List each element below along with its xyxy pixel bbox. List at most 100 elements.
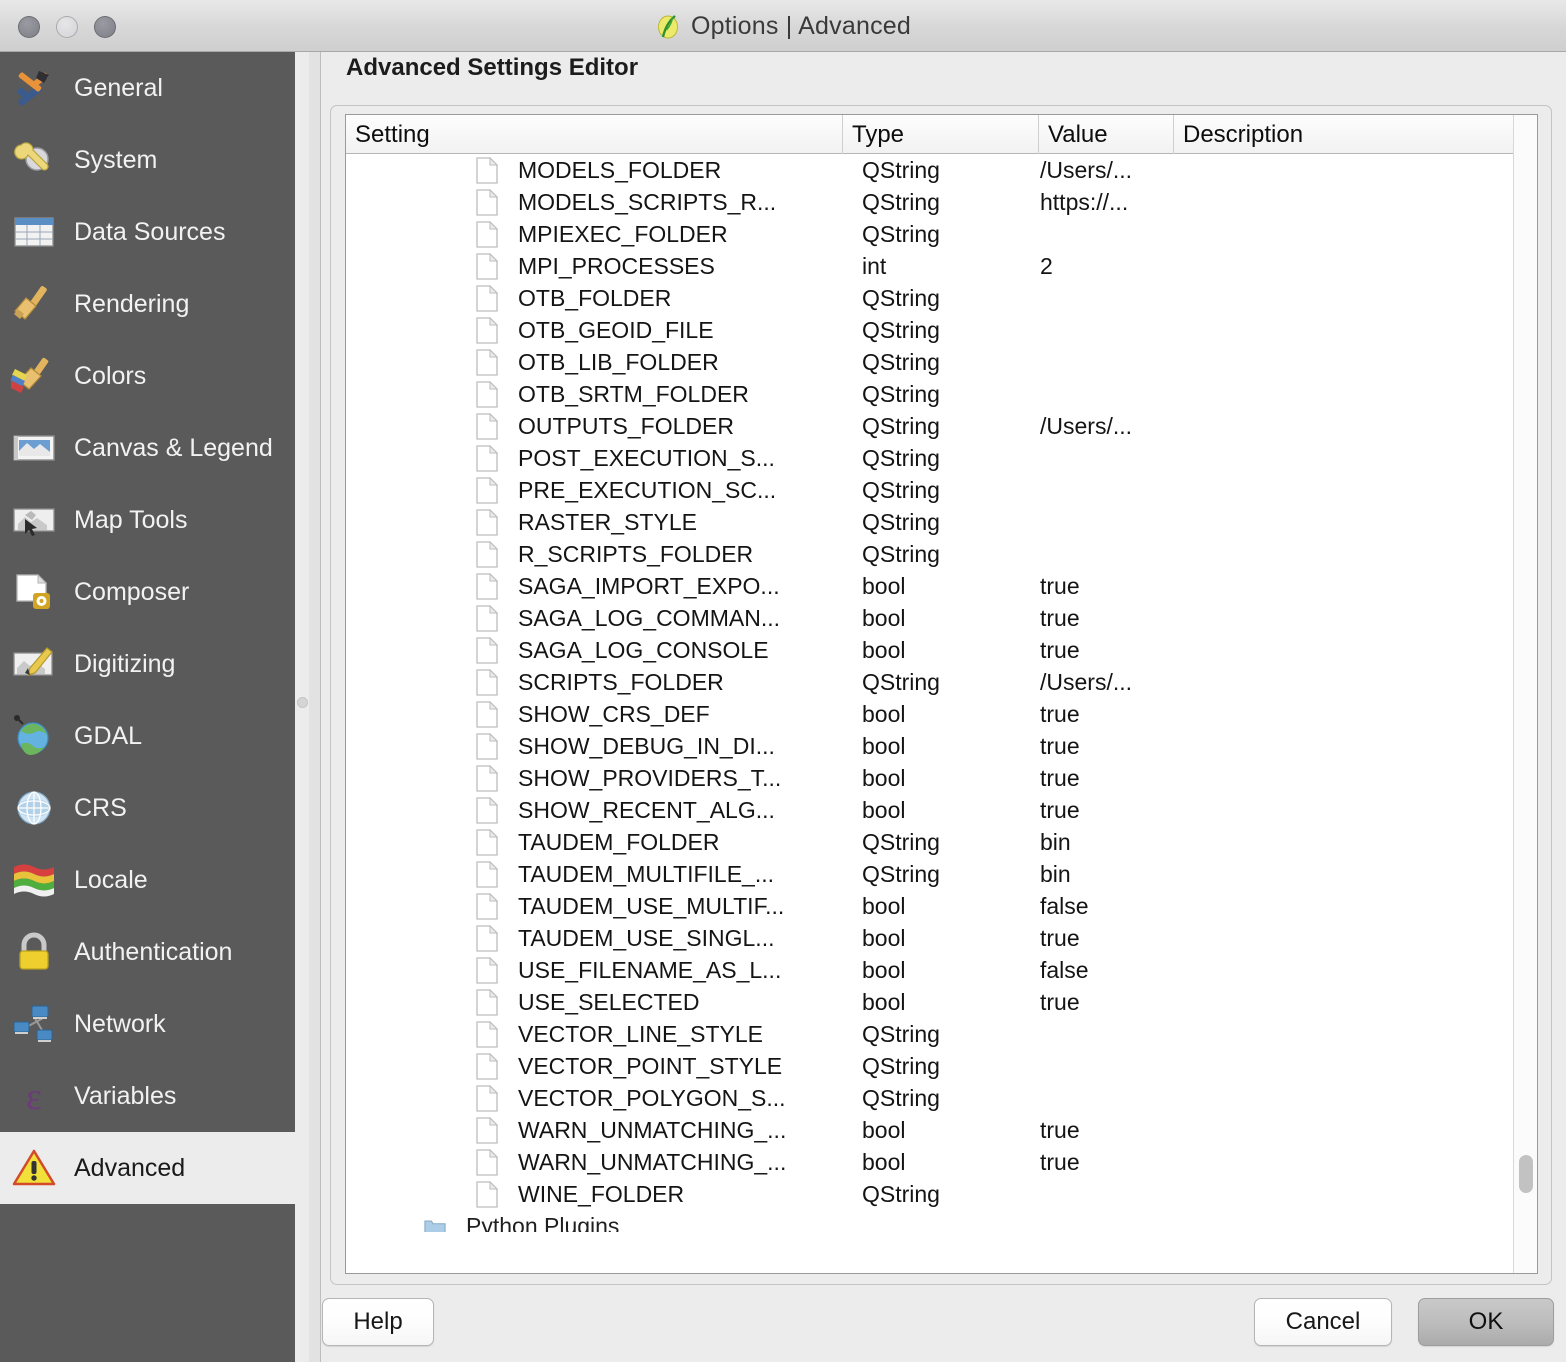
cell-value[interactable] — [1040, 346, 1170, 378]
table-row-partial[interactable]: Python Plugins — [346, 1210, 1537, 1232]
table-row[interactable]: SHOW_DEBUG_IN_DI... bool true — [346, 730, 1537, 762]
sidebar-item-gdal[interactable]: GDAL — [0, 700, 295, 772]
sidebar-item-colors[interactable]: Colors — [0, 340, 295, 412]
cell-value[interactable]: bin — [1040, 826, 1170, 858]
cell-type: QString — [862, 220, 940, 247]
options-sidebar[interactable]: General System Data Sources Rendering Co… — [0, 52, 295, 1362]
cell-value[interactable]: true — [1040, 634, 1170, 666]
cell-value[interactable]: true — [1040, 794, 1170, 826]
cell-value[interactable]: /Users/... — [1040, 410, 1170, 442]
table-row[interactable]: SAGA_LOG_CONSOLE bool true — [346, 634, 1537, 666]
cell-value[interactable]: true — [1040, 570, 1170, 602]
cell-value[interactable] — [1040, 442, 1170, 474]
cell-value[interactable]: false — [1040, 890, 1170, 922]
table-row[interactable]: VECTOR_POINT_STYLE QString — [346, 1050, 1537, 1082]
table-row[interactable]: MODELS_SCRIPTS_R... QString https://... — [346, 186, 1537, 218]
table-row[interactable]: VECTOR_LINE_STYLE QString — [346, 1018, 1537, 1050]
sidebar-item-crs[interactable]: CRS — [0, 772, 295, 844]
sidebar-item-canvas-legend[interactable]: Canvas & Legend — [0, 412, 295, 484]
table-row[interactable]: TAUDEM_USE_MULTIF... bool false — [346, 890, 1537, 922]
column-header-description[interactable]: Description — [1173, 115, 1513, 154]
table-row[interactable]: SHOW_CRS_DEF bool true — [346, 698, 1537, 730]
cell-value[interactable]: true — [1040, 922, 1170, 954]
table-row[interactable]: SAGA_LOG_COMMAN... bool true — [346, 602, 1537, 634]
table-row[interactable]: OTB_SRTM_FOLDER QString — [346, 378, 1537, 410]
sidebar-item-locale[interactable]: Locale — [0, 844, 295, 916]
cancel-button[interactable]: Cancel — [1254, 1298, 1392, 1346]
cell-value[interactable] — [1040, 474, 1170, 506]
cell-value[interactable]: false — [1040, 954, 1170, 986]
tree-vertical-scrollbar[interactable] — [1513, 115, 1537, 1273]
table-row[interactable]: TAUDEM_MULTIFILE_... QString bin — [346, 858, 1537, 890]
cell-value[interactable]: true — [1040, 1114, 1170, 1146]
table-row[interactable]: OTB_LIB_FOLDER QString — [346, 346, 1537, 378]
cell-value[interactable]: true — [1040, 730, 1170, 762]
table-row[interactable]: WARN_UNMATCHING_... bool true — [346, 1114, 1537, 1146]
sidebar-item-rendering[interactable]: Rendering — [0, 268, 295, 340]
table-row[interactable]: MPIEXEC_FOLDER QString — [346, 218, 1537, 250]
cell-value[interactable] — [1040, 506, 1170, 538]
sidebar-item-system[interactable]: System — [0, 124, 295, 196]
cell-value[interactable] — [1040, 1050, 1170, 1082]
table-row[interactable]: WARN_UNMATCHING_... bool true — [346, 1146, 1537, 1178]
cell-setting: OTB_FOLDER — [518, 284, 672, 311]
cell-value[interactable] — [1040, 1082, 1170, 1114]
table-row[interactable]: MODELS_FOLDER QString/Users/... — [346, 154, 1537, 186]
column-header-setting[interactable]: Setting — [346, 115, 520, 154]
cell-value[interactable]: /Users/... — [1040, 666, 1170, 698]
table-row[interactable]: USE_FILENAME_AS_L... bool false — [346, 954, 1537, 986]
table-row[interactable]: OUTPUTS_FOLDER QString/Users/... — [346, 410, 1537, 442]
table-row[interactable]: USE_SELECTED bool true — [346, 986, 1537, 1018]
ok-button[interactable]: OK — [1418, 1298, 1554, 1346]
table-row[interactable]: MPI_PROCESSES int 2 — [346, 250, 1537, 282]
scrollbar-thumb[interactable] — [1519, 1155, 1533, 1193]
help-button[interactable]: Help — [322, 1298, 434, 1346]
cell-value[interactable] — [1040, 538, 1170, 570]
cell-value[interactable]: /Users/... — [1040, 154, 1170, 186]
sidebar-item-map-tools[interactable]: Map Tools — [0, 484, 295, 556]
cell-value[interactable]: true — [1040, 698, 1170, 730]
table-row[interactable]: POST_EXECUTION_S... QString — [346, 442, 1537, 474]
table-row[interactable]: SCRIPTS_FOLDER QString/Users/... — [346, 666, 1537, 698]
sidebar-item-variables[interactable]: ε Variables — [0, 1060, 295, 1132]
sidebar-item-composer[interactable]: Composer — [0, 556, 295, 628]
cell-value[interactable] — [1040, 218, 1170, 250]
sidebar-splitter[interactable] — [295, 52, 309, 1362]
sidebar-item-network[interactable]: Network — [0, 988, 295, 1060]
splitter-grip[interactable] — [297, 697, 308, 708]
table-row[interactable]: R_SCRIPTS_FOLDER QString — [346, 538, 1537, 570]
cell-value[interactable]: true — [1040, 762, 1170, 794]
table-row[interactable]: OTB_GEOID_FILE QString — [346, 314, 1537, 346]
table-row[interactable]: SHOW_PROVIDERS_T... bool true — [346, 762, 1537, 794]
table-row[interactable]: WINE_FOLDER QString — [346, 1178, 1537, 1210]
table-row[interactable]: VECTOR_POLYGON_S... QString — [346, 1082, 1537, 1114]
cell-value[interactable]: true — [1040, 1146, 1170, 1178]
sidebar-item-digitizing[interactable]: Digitizing — [0, 628, 295, 700]
sidebar-item-data-sources[interactable]: Data Sources — [0, 196, 295, 268]
tree-rows[interactable]: MODELS_FOLDER QString/Users/... MODELS_SCR… — [346, 154, 1537, 1237]
table-row[interactable]: OTB_FOLDER QString — [346, 282, 1537, 314]
cell-value[interactable] — [1040, 1018, 1170, 1050]
cell-value[interactable] — [1040, 378, 1170, 410]
cell-value[interactable] — [1040, 314, 1170, 346]
table-row[interactable]: TAUDEM_USE_SINGL... bool true — [346, 922, 1537, 954]
table-row[interactable]: SAGA_IMPORT_EXPO... bool true — [346, 570, 1537, 602]
table-row[interactable]: TAUDEM_FOLDER QString bin — [346, 826, 1537, 858]
cell-value[interactable]: true — [1040, 602, 1170, 634]
cell-value[interactable]: true — [1040, 986, 1170, 1018]
cell-value[interactable]: bin — [1040, 858, 1170, 890]
table-row[interactable]: SHOW_RECENT_ALG... bool true — [346, 794, 1537, 826]
column-header-value[interactable]: Value — [1038, 115, 1173, 154]
cell-value[interactable] — [1040, 282, 1170, 314]
cell-value[interactable] — [1040, 1178, 1170, 1210]
table-row[interactable]: PRE_EXECUTION_SC... QString — [346, 474, 1537, 506]
cell-value[interactable]: https://... — [1040, 186, 1170, 218]
sidebar-item-advanced[interactable]: Advanced — [0, 1132, 295, 1204]
table-row[interactable]: RASTER_STYLE QString — [346, 506, 1537, 538]
sidebar-item-general[interactable]: General — [0, 52, 295, 124]
column-header-type[interactable]: Type — [842, 115, 1038, 154]
document-icon — [476, 346, 510, 378]
sidebar-item-authentication[interactable]: Authentication — [0, 916, 295, 988]
cell-value[interactable]: 2 — [1040, 250, 1170, 282]
settings-tree[interactable]: Setting Type Value Description MODELS_FO… — [345, 114, 1538, 1274]
